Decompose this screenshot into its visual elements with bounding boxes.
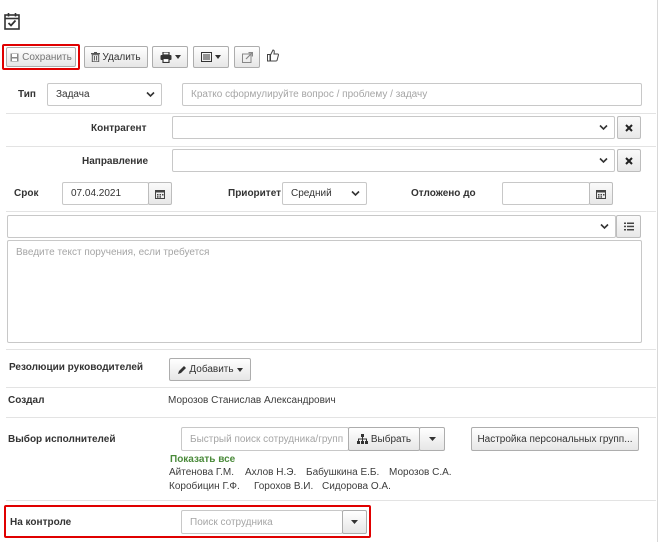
deadline-label: Срок [14,188,39,199]
clear-counterparty-button[interactable] [617,116,641,139]
calendar-icon [155,189,165,199]
list-dropdown-button[interactable] [193,46,229,68]
question-input[interactable]: Кратко сформулируйте вопрос / проблему /… [182,83,642,106]
executor-name[interactable]: Морозов С.А. [389,467,452,478]
divider [6,211,656,212]
control-dropdown-button[interactable] [342,510,367,534]
deadline-input[interactable]: 07.04.2021 [62,182,149,205]
choose-label: Выбрать [370,433,412,445]
instruction-textarea[interactable]: Введите текст поручения, если требуется [7,240,642,343]
add-label: Добавить [189,364,234,375]
type-select[interactable]: Задача [47,83,162,106]
postponed-label: Отложено до [411,188,476,199]
pen-icon [177,365,187,375]
divider [6,349,656,350]
control-label: На контроле [10,517,72,528]
delete-button[interactable]: Удалить [84,46,148,68]
templates-list-button[interactable] [616,215,641,238]
question-placeholder: Кратко сформулируйте вопрос / проблему /… [191,89,428,100]
caret-down-icon [236,367,243,372]
postponed-calendar-button[interactable] [589,182,613,205]
chevron-down-icon [146,91,155,97]
choose-button[interactable]: Выбрать [348,427,420,451]
executors-label: Выбор исполнителей [8,434,116,445]
print-dropdown-button[interactable] [152,46,188,68]
instruction-placeholder: Введите текст поручения, если требуется [16,247,210,258]
deadline-calendar-button[interactable] [148,182,172,205]
caret-down-icon [428,437,436,441]
right-border [657,0,658,542]
personal-groups-label: Настройка персональных групп... [477,433,633,445]
save-label: Сохранить [22,51,72,63]
executor-name[interactable]: Айтенова Г.М. [169,467,234,478]
priority-label: Приоритет [228,188,282,199]
caret-down-icon [351,520,358,524]
type-value: Задача [56,89,90,100]
divider [6,113,656,114]
counterparty-select[interactable] [172,116,615,139]
created-label: Создал [8,395,45,406]
executor-name[interactable]: Сидорова О.А. [322,481,391,492]
executor-search-placeholder: Быстрый поиск сотрудника/групп [190,433,344,445]
thumbs-up-icon[interactable] [267,49,279,65]
open-external-button[interactable] [234,46,260,68]
executor-name[interactable]: Бабушкина Е.Б. [306,467,379,478]
show-all-link[interactable]: Показать все [170,454,235,465]
chevron-down-icon [599,157,608,163]
created-value: Морозов Станислав Александрович [168,395,336,406]
delete-label: Удалить [102,51,141,63]
divider [6,500,656,501]
chevron-down-icon [599,124,608,130]
postponed-input[interactable] [502,182,590,205]
direction-select[interactable] [172,149,615,172]
close-icon [625,156,633,165]
executor-name[interactable]: Горохов В.И. [254,481,313,492]
list-icon [623,222,634,231]
list-icon [201,52,212,62]
external-link-icon [241,51,253,63]
print-icon [160,51,172,63]
close-icon [625,123,633,132]
control-search-input[interactable]: Поиск сотрудника [181,510,343,534]
personal-groups-button[interactable]: Настройка персональных групп... [471,427,639,451]
divider [6,417,656,418]
trash-icon [91,52,101,62]
add-resolution-button[interactable]: Добавить [169,358,251,381]
direction-label: Направление [82,156,149,167]
clear-direction-button[interactable] [617,149,641,172]
sitemap-icon [356,434,368,444]
calendar-icon [596,189,606,199]
type-label: Тип [18,89,36,100]
counterparty-label: Контрагент [91,123,147,134]
executor-search-input[interactable]: Быстрый поиск сотрудника/групп [181,427,349,451]
priority-value: Средний [291,188,332,199]
priority-select[interactable]: Средний [282,182,367,205]
save-button[interactable]: Сохранить [6,47,76,67]
executor-name[interactable]: Коробицин Г.Ф. [169,481,240,492]
floppy-icon [10,53,19,62]
resolutions-label: Резолюции руководителей [9,362,144,373]
executor-name[interactable]: Ахлов Н.Э. [245,467,296,478]
choose-dropdown-button[interactable] [419,427,445,451]
caret-down-icon [174,55,181,59]
divider [6,387,656,388]
instruction-template-select[interactable] [7,215,616,238]
caret-down-icon [215,55,221,59]
control-placeholder: Поиск сотрудника [190,516,273,528]
chevron-down-icon [600,223,609,229]
calendar-check-icon [4,12,20,33]
deadline-value: 07.04.2021 [71,188,122,199]
chevron-down-icon [351,190,360,196]
divider [6,146,656,147]
